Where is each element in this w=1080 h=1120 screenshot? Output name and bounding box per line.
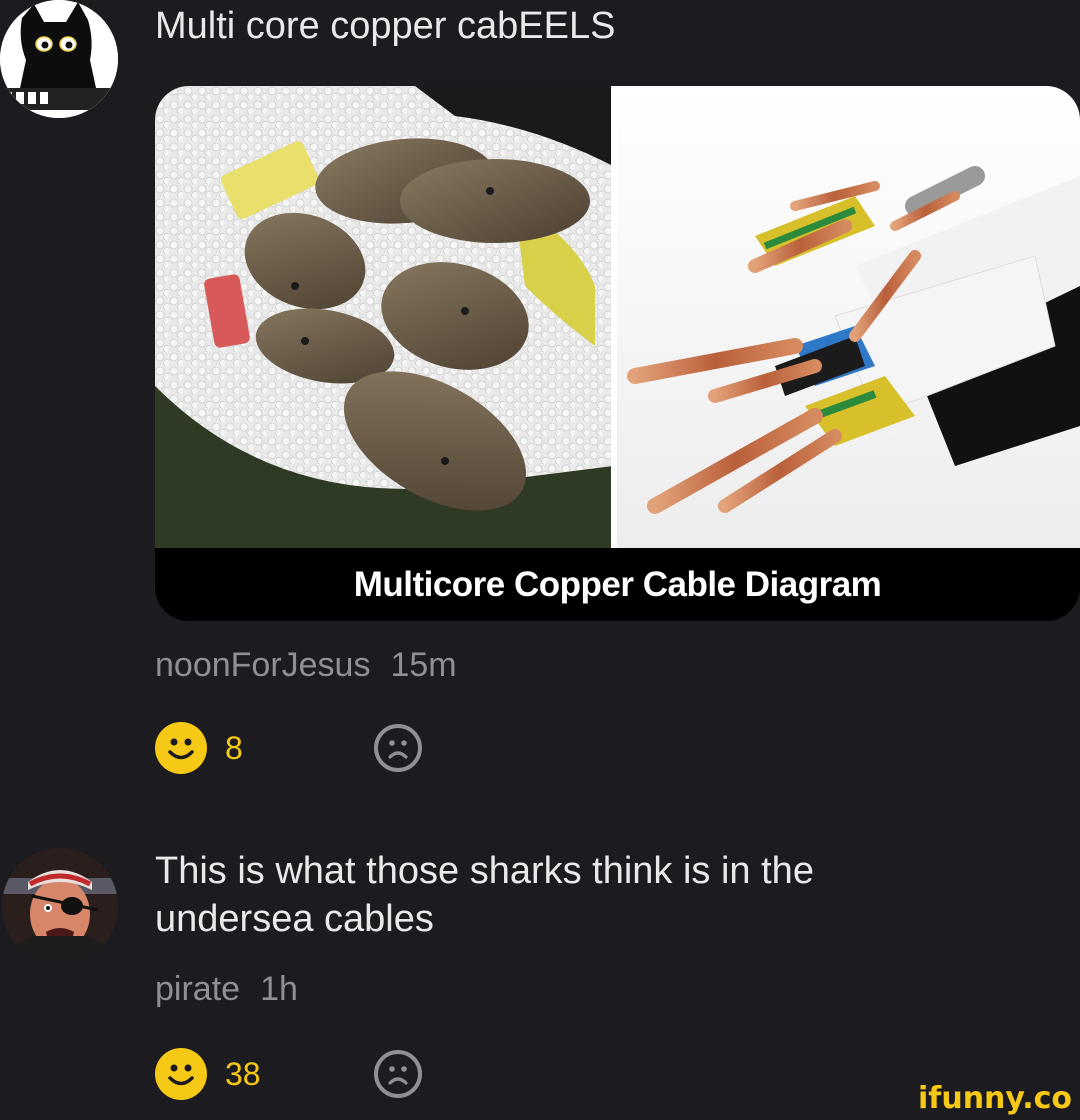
- cat-avatar-icon: [0, 0, 118, 118]
- smile-reaction[interactable]: 38: [155, 1048, 261, 1100]
- meme-caption: Multicore Copper Cable Diagram: [155, 548, 1080, 621]
- meme-image[interactable]: Multicore Copper Cable Diagram: [155, 86, 1080, 621]
- pirate-avatar-icon: [2, 848, 118, 964]
- smile-icon[interactable]: [155, 722, 207, 774]
- comment-text-line: This is what those sharks think is in th…: [155, 850, 814, 892]
- ifunny-watermark: ifunny.co: [918, 1081, 1072, 1116]
- avatar[interactable]: [2, 848, 118, 964]
- comment-text-line: undersea cables: [155, 898, 434, 940]
- smile-count: 8: [225, 729, 243, 766]
- comment-meta: noonForJesus 15m: [155, 646, 457, 685]
- frown-icon[interactable]: [374, 1050, 422, 1098]
- comment-text: This is what those sharks think is in th…: [155, 847, 814, 943]
- timestamp: 1h: [260, 970, 298, 1008]
- smile-count: 38: [225, 1055, 261, 1092]
- username[interactable]: pirate: [155, 970, 240, 1008]
- comment-text: Multi core copper cabEELS: [155, 5, 616, 47]
- eels-vs-cables-image: [155, 86, 1080, 548]
- comment-meta: pirate 1h: [155, 970, 298, 1009]
- comment-thread: Multi core copper cabEELS Multicore Copp…: [0, 0, 1080, 1120]
- timestamp: 15m: [390, 646, 457, 684]
- avatar[interactable]: [0, 0, 118, 118]
- username[interactable]: noonForJesus: [155, 646, 370, 684]
- smile-icon[interactable]: [155, 1048, 207, 1100]
- frown-icon[interactable]: [374, 724, 422, 772]
- smile-reaction[interactable]: 8: [155, 722, 243, 774]
